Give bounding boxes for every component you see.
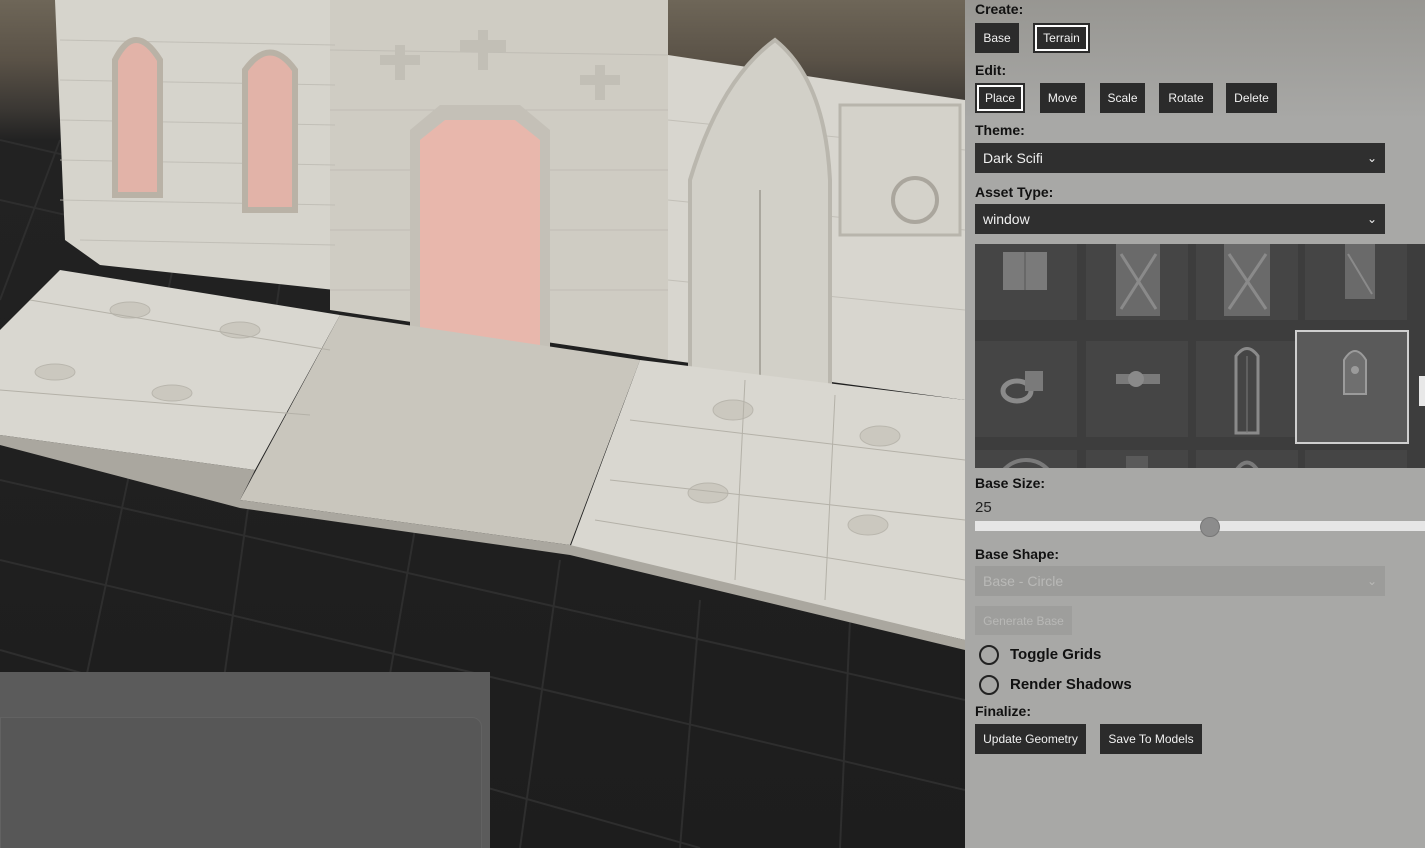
asset-tile-gothic-window-a[interactable] (1086, 244, 1188, 320)
render-shadows-radio[interactable] (979, 675, 999, 695)
arched-window-right (242, 49, 298, 213)
asset-tile-tall-grate-window[interactable] (1196, 341, 1298, 437)
render-shadows-label: Render Shadows (1010, 676, 1132, 693)
edit-place-button[interactable]: Place (975, 83, 1025, 113)
round-emblem-icon (1002, 458, 1050, 468)
asset-tile-aquila-window[interactable] (1196, 450, 1298, 468)
generate-base-button[interactable]: Generate Base (975, 606, 1072, 635)
3d-viewport[interactable] (0, 0, 965, 848)
theme-label: Theme: (975, 122, 1025, 138)
pink-door (420, 120, 540, 365)
edit-delete-button[interactable]: Delete (1226, 83, 1277, 113)
edit-move-button[interactable]: Move (1040, 83, 1085, 113)
arched-window-icon (1343, 350, 1367, 395)
small-window-icon (1126, 456, 1148, 468)
finalize-label: Finalize: (975, 703, 1032, 719)
create-terrain-button[interactable]: Terrain (1033, 23, 1090, 53)
update-geometry-button[interactable]: Update Geometry (975, 724, 1086, 754)
asset-tile-small-window[interactable] (1086, 450, 1188, 468)
toggle-grids-radio[interactable] (979, 645, 999, 665)
asset-tile-blank[interactable] (1305, 450, 1407, 468)
asset-type-select-value: window (983, 211, 1030, 227)
asset-tile-wall-light[interactable] (1086, 341, 1188, 437)
toggle-grids-label: Toggle Grids (1010, 646, 1102, 663)
gothic-window-icon (1224, 244, 1270, 316)
gothic-window-icon (1345, 244, 1375, 299)
theme-select-value: Dark Scifi (983, 150, 1043, 166)
pipe-fitting-icon (1000, 371, 1043, 404)
gothic-window-icon (1116, 244, 1160, 316)
base-size-slider[interactable] (975, 517, 1425, 537)
base-shape-select-value: Base - Circle (983, 573, 1064, 589)
arched-window-left (112, 37, 163, 198)
asset-type-select[interactable]: window ⌄ (975, 204, 1385, 234)
edit-label: Edit: (975, 62, 1007, 78)
asset-tile-arched-window[interactable] (1295, 330, 1409, 444)
asset-type-label: Asset Type: (975, 184, 1054, 200)
base-shape-label: Base Shape: (975, 546, 1060, 562)
chevron-down-icon: ⌄ (1366, 574, 1377, 588)
edit-rotate-button[interactable]: Rotate (1159, 83, 1213, 113)
overlay-panel (0, 672, 490, 848)
create-label: Create: (975, 1, 1024, 17)
tall-grate-window-icon (1234, 347, 1260, 435)
asset-tile-window-shutter[interactable] (975, 244, 1077, 320)
chevron-down-icon: ⌄ (1366, 212, 1377, 226)
asset-tile-gothic-window-b[interactable] (1196, 244, 1298, 320)
chevron-down-icon: ⌄ (1366, 151, 1377, 165)
slider-thumb[interactable] (1200, 517, 1220, 537)
overlay-panel-inner (0, 717, 482, 848)
theme-select[interactable]: Dark Scifi ⌄ (975, 143, 1385, 173)
window-shutter-icon (1003, 252, 1047, 290)
asset-tile-gothic-window-c[interactable] (1305, 244, 1407, 320)
base-size-label: Base Size: (975, 475, 1046, 491)
save-to-models-button[interactable]: Save To Models (1100, 724, 1202, 754)
edit-scale-button[interactable]: Scale (1100, 83, 1145, 113)
base-size-value: 25 (975, 499, 992, 516)
control-panel: Create: Base Terrain Edit: Place Move Sc… (965, 0, 1425, 848)
asset-grid[interactable] (975, 244, 1425, 468)
aquila-window-icon (1235, 460, 1259, 468)
asset-tile-pipe-fitting[interactable] (975, 341, 1077, 437)
asset-tile-round-emblem[interactable] (975, 450, 1077, 468)
asset-grid-scrollbar[interactable] (1419, 376, 1425, 406)
create-base-button[interactable]: Base (975, 23, 1019, 53)
base-shape-select[interactable]: Base - Circle ⌄ (975, 566, 1385, 596)
wall-light-icon (1116, 371, 1160, 387)
